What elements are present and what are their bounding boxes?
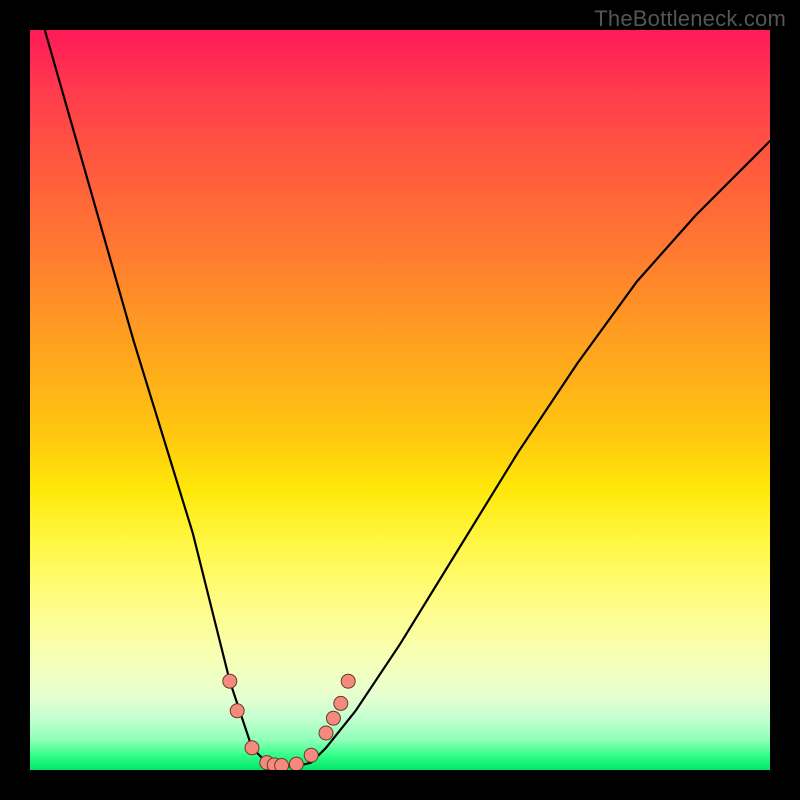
data-marker bbox=[289, 757, 303, 770]
data-marker bbox=[319, 726, 333, 740]
data-marker bbox=[334, 696, 348, 710]
data-marker bbox=[304, 748, 318, 762]
chart-frame: TheBottleneck.com bbox=[0, 0, 800, 800]
plot-area bbox=[30, 30, 770, 770]
data-marker bbox=[230, 704, 244, 718]
data-marker bbox=[326, 711, 340, 725]
data-marker bbox=[245, 741, 259, 755]
bottleneck-curve bbox=[45, 30, 770, 766]
data-marker bbox=[341, 674, 355, 688]
data-marker bbox=[223, 674, 237, 688]
curve-svg bbox=[30, 30, 770, 770]
data-marker bbox=[275, 759, 289, 770]
watermark-label: TheBottleneck.com bbox=[594, 6, 786, 32]
